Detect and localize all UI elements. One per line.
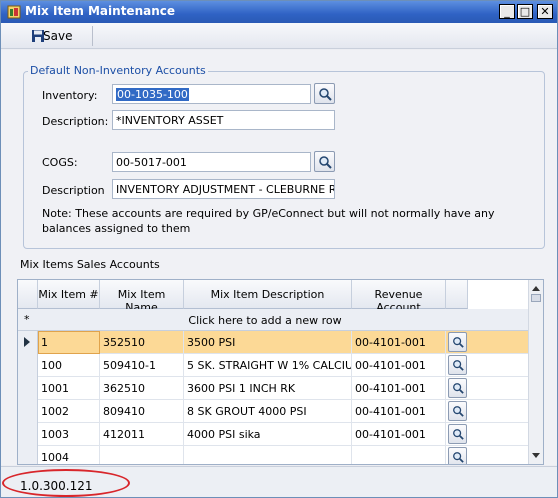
close-button[interactable]: ✕ — [537, 4, 553, 19]
cell-acct[interactable] — [352, 446, 446, 464]
cell-acct[interactable]: 00-4101-001 — [352, 377, 446, 400]
scroll-thumb[interactable] — [531, 294, 541, 302]
close-icon: ✕ — [540, 5, 550, 18]
current-row-arrow-icon — [24, 337, 30, 347]
add-new-row-text: Click here to add a new row — [188, 314, 342, 327]
inventory-description-label: Description: — [42, 115, 109, 128]
table-row[interactable]: 1 352510 3500 PSI 00-4101-001 — [18, 331, 528, 354]
column-header[interactable]: Mix Item Name — [100, 280, 184, 314]
cell-acct[interactable]: 00-4101-001 — [352, 400, 446, 423]
magnifier-icon — [452, 337, 464, 348]
magnifier-icon — [452, 429, 464, 440]
inventory-description-field[interactable]: *INVENTORY ASSET — [112, 110, 335, 130]
cell-name[interactable]: 412011 — [100, 423, 184, 446]
revenue-lookup-button[interactable] — [448, 378, 467, 398]
scroll-down-icon[interactable] — [532, 453, 540, 458]
revenue-lookup-button[interactable] — [448, 447, 467, 464]
minimize-icon: _ — [504, 5, 510, 18]
row-selector[interactable] — [18, 354, 38, 377]
cell-acct[interactable]: 00-4101-001 — [352, 354, 446, 377]
status-bar: 1.0.300.121 — [1, 466, 557, 497]
revenue-lookup-button[interactable] — [448, 332, 467, 352]
cell-num[interactable]: 1002 — [38, 400, 100, 423]
save-label: Save — [43, 29, 73, 43]
accounts-note: Note: These accounts are required by GP/… — [42, 207, 495, 235]
magnifier-icon — [452, 452, 464, 463]
toolbar: Save — [1, 23, 557, 49]
table-row[interactable]: 1002 809410 8 SK GROUT 4000 PSI 00-4101-001 — [18, 400, 528, 423]
column-header[interactable]: Mix Item # — [38, 280, 100, 309]
magnifier-icon — [318, 155, 332, 169]
magnifier-icon — [318, 87, 332, 101]
column-header[interactable]: Mix Item Description — [184, 280, 352, 309]
magnifier-icon — [452, 360, 464, 371]
magnifier-icon — [452, 383, 464, 394]
cogs-lookup-button[interactable] — [314, 151, 335, 172]
column-header[interactable]: Revenue Account — [352, 280, 446, 314]
save-button[interactable]: Save — [25, 26, 93, 46]
inventory-field[interactable]: 00-1035-100 — [112, 84, 311, 104]
cell-acct[interactable]: 00-4101-001 — [352, 423, 446, 446]
revenue-lookup-button[interactable] — [448, 355, 467, 375]
row-selector[interactable] — [18, 377, 38, 400]
maximize-button[interactable]: □ — [517, 4, 533, 19]
table-row[interactable]: 1004 — [18, 446, 528, 464]
vertical-scrollbar[interactable] — [528, 280, 543, 464]
main-panel: Default Non-Inventory Accounts Inventory… — [1, 50, 557, 465]
minimize-button[interactable]: _ — [499, 4, 515, 19]
sales-accounts-grid[interactable]: Mix Item # Mix Item Name Mix Item Descri… — [17, 279, 544, 465]
cogs-description-label: Description — [42, 184, 105, 197]
cell-num[interactable]: 1001 — [38, 377, 100, 400]
cell-name[interactable]: 809410 — [100, 400, 184, 423]
cell-desc[interactable]: 3500 PSI — [184, 331, 352, 354]
cell-desc[interactable]: 3600 PSI 1 INCH RK — [184, 377, 352, 400]
cogs-label: COGS: — [42, 156, 78, 169]
scroll-up-icon[interactable] — [532, 286, 540, 291]
cell-name[interactable]: 509410-1 — [100, 354, 184, 377]
mix-item-maintenance-window: Mix Item Maintenance _ □ ✕ Save Default … — [0, 0, 558, 498]
group-title: Default Non-Inventory Accounts — [28, 64, 208, 77]
row-selector[interactable] — [18, 446, 38, 464]
cell-desc[interactable]: 5 SK. STRAIGHT W 1% CALCIUM — [184, 354, 352, 377]
app-icon — [7, 5, 21, 19]
cell-desc[interactable] — [184, 446, 352, 464]
table-row[interactable]: 1001 362510 3600 PSI 1 INCH RK 00-4101-001 — [18, 377, 528, 400]
revenue-lookup-button[interactable] — [448, 401, 467, 421]
cell-name[interactable]: 362510 — [100, 377, 184, 400]
cell-desc[interactable]: 8 SK GROUT 4000 PSI — [184, 400, 352, 423]
add-new-row[interactable]: * Click here to add a new row — [18, 309, 528, 331]
sales-accounts-label: Mix Items Sales Accounts — [20, 258, 160, 271]
cell-name[interactable] — [100, 446, 184, 464]
row-selector[interactable] — [18, 423, 38, 446]
grid-empty-header — [468, 280, 528, 309]
inventory-lookup-button[interactable] — [314, 83, 335, 104]
annotation-circle — [2, 469, 130, 497]
row-selector[interactable] — [18, 400, 38, 423]
cell-name[interactable]: 352510 — [100, 331, 184, 354]
row-header-corner — [18, 280, 38, 309]
inventory-value: 00-1035-100 — [116, 88, 189, 101]
table-row[interactable]: 100 509410-1 5 SK. STRAIGHT W 1% CALCIUM 00… — [18, 354, 528, 377]
title-bar[interactable]: Mix Item Maintenance _ □ ✕ — [1, 1, 557, 23]
new-row-marker: * — [24, 313, 30, 326]
row-selector[interactable] — [18, 331, 38, 354]
cell-desc[interactable]: 4000 PSI sika — [184, 423, 352, 446]
cogs-description-field[interactable]: INVENTORY ADJUSTMENT - CLEBURNE RM — [112, 179, 335, 199]
maximize-icon: □ — [519, 5, 531, 18]
table-row[interactable]: 1003 412011 4000 PSI sika 00-4101-001 — [18, 423, 528, 446]
cell-acct[interactable]: 00-4101-001 — [352, 331, 446, 354]
cell-num[interactable]: 1003 — [38, 423, 100, 446]
magnifier-icon — [452, 406, 464, 417]
cell-num[interactable]: 1004 — [38, 446, 100, 464]
cell-num[interactable]: 1 — [38, 331, 100, 354]
inventory-label: Inventory: — [42, 89, 98, 102]
cell-num[interactable]: 100 — [38, 354, 100, 377]
cogs-field[interactable]: 00-5017-001 — [112, 152, 311, 172]
column-header-lookup — [446, 280, 468, 309]
revenue-lookup-button[interactable] — [448, 424, 467, 444]
window-title: Mix Item Maintenance — [25, 4, 175, 18]
